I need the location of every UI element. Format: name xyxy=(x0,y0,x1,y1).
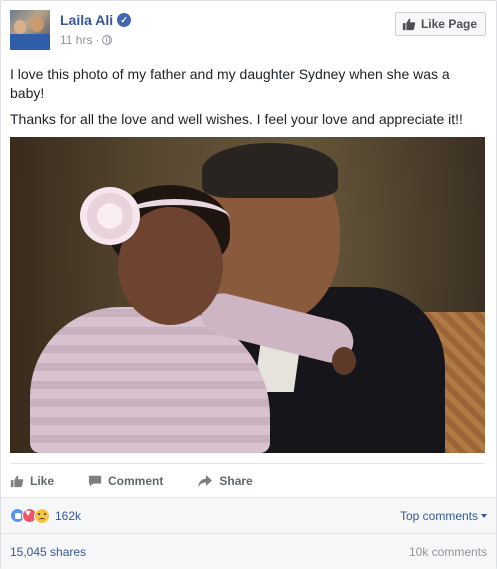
like-icon xyxy=(10,475,24,487)
globe-icon xyxy=(102,35,113,45)
post-timestamp[interactable]: 11 hrs xyxy=(60,33,92,47)
post-photo[interactable] xyxy=(10,137,485,453)
like-page-button[interactable]: Like Page xyxy=(394,12,486,36)
reaction-icons[interactable] xyxy=(10,507,50,524)
post-header: Laila Ali ✓ 11 hrs · Like Page xyxy=(10,10,486,54)
post-paragraph: Thanks for all the love and well wishes.… xyxy=(10,111,463,127)
comment-button[interactable]: Comment xyxy=(88,474,163,488)
page-name-link[interactable]: Laila Ali xyxy=(60,12,113,28)
thumbs-up-icon xyxy=(402,18,416,31)
top-comments-dropdown[interactable]: Top comments xyxy=(400,509,487,523)
post-meta: 11 hrs · xyxy=(60,33,113,47)
verified-badge-icon: ✓ xyxy=(117,13,132,27)
post-text: I love this photo of my father and my da… xyxy=(10,65,484,136)
sad-reaction-icon xyxy=(34,507,50,524)
caret-down-icon xyxy=(481,513,487,518)
action-bar: Like Comment Share xyxy=(10,463,484,497)
like-page-label: Like Page xyxy=(420,17,477,31)
post-paragraph: I love this photo of my father and my da… xyxy=(10,66,450,101)
comment-icon xyxy=(88,475,102,486)
page-avatar[interactable] xyxy=(10,10,50,50)
shares-count[interactable]: 15,045 shares xyxy=(10,545,86,559)
page-name-row: Laila Ali ✓ xyxy=(60,12,132,28)
comments-count[interactable]: 10k comments xyxy=(409,545,487,559)
shares-comments-row: 15,045 shares 10k comments xyxy=(1,533,496,569)
post-card: Laila Ali ✓ 11 hrs · Like Page I love th… xyxy=(0,0,497,569)
top-comments-label: Top comments xyxy=(399,508,478,523)
reaction-count[interactable]: 162k xyxy=(55,509,81,523)
share-icon xyxy=(198,474,213,487)
share-button[interactable]: Share xyxy=(197,473,253,488)
share-label: Share xyxy=(219,473,253,488)
meta-separator: · xyxy=(95,33,100,47)
like-button[interactable]: Like xyxy=(10,474,54,488)
reactions-summary: 162k Top comments xyxy=(1,497,496,533)
comment-label: Comment xyxy=(108,473,164,488)
like-label: Like xyxy=(30,473,55,488)
